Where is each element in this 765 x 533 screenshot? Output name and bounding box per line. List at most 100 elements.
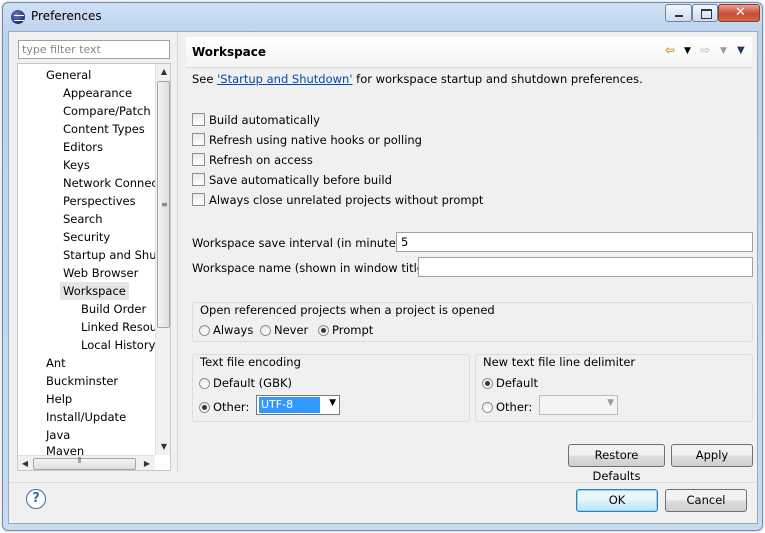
- back-dropdown-icon[interactable]: ▼: [684, 46, 691, 56]
- workspace-name-input[interactable]: [418, 257, 753, 277]
- tree-vertical-scrollbar[interactable]: ▲ ≡ ▼: [155, 64, 170, 455]
- radio-button[interactable]: [199, 402, 210, 413]
- encoding-combo[interactable]: UTF-8 ▼: [256, 395, 340, 415]
- pane-divider[interactable]: [177, 32, 178, 472]
- checkbox-box[interactable]: [192, 113, 205, 126]
- scroll-right-icon[interactable]: ▶: [140, 456, 154, 470]
- grip-icon: ≡: [161, 200, 168, 209]
- tree-item-compare-patch[interactable]: Compare/Patch: [63, 102, 151, 120]
- tree-item-perspectives[interactable]: Perspectives: [63, 192, 136, 210]
- dialog-client: General Appearance Compare/Patch Content…: [8, 31, 758, 524]
- button-bar-separator: [9, 482, 757, 483]
- save-before-build-checkbox[interactable]: Save automatically before build: [192, 172, 392, 188]
- tree-horizontal-scrollbar[interactable]: ◀ ⦀ ▶: [18, 455, 155, 470]
- checkbox-label: Refresh using native hooks or polling: [209, 133, 422, 147]
- startup-note: See 'Startup and Shutdown' for workspace…: [192, 72, 643, 86]
- filter-input[interactable]: [18, 40, 170, 59]
- scroll-down-icon[interactable]: ▼: [156, 439, 170, 455]
- encoding-value: UTF-8: [259, 397, 320, 413]
- open-never-radio[interactable]: Never: [260, 322, 308, 338]
- chevron-down-icon: ▼: [607, 398, 614, 408]
- checkbox-label: Refresh on access: [209, 153, 313, 167]
- minimize-button[interactable]: [665, 4, 692, 22]
- encoding-other-radio[interactable]: Other:: [199, 399, 249, 415]
- tree-item-local-history[interactable]: Local History: [81, 336, 155, 354]
- tree-item-ant[interactable]: Ant: [46, 354, 66, 372]
- refresh-native-hooks-checkbox[interactable]: Refresh using native hooks or polling: [192, 132, 422, 148]
- radio-button[interactable]: [199, 325, 210, 336]
- tree-item-general[interactable]: General: [46, 66, 91, 84]
- title-bar: Preferences ✕: [3, 3, 762, 31]
- cancel-button[interactable]: Cancel: [665, 489, 747, 512]
- build-automatically-checkbox[interactable]: Build automatically: [192, 112, 320, 128]
- encoding-default-radio[interactable]: Default (GBK): [199, 375, 292, 391]
- open-prompt-radio[interactable]: Prompt: [318, 322, 373, 338]
- forward-arrow-icon[interactable]: ⇨: [700, 43, 710, 57]
- radio-button[interactable]: [199, 378, 210, 389]
- tree-item-buckminster[interactable]: Buckminster: [46, 372, 118, 390]
- tree-item-content-types[interactable]: Content Types: [63, 120, 145, 138]
- close-unrelated-projects-checkbox[interactable]: Always close unrelated projects without …: [192, 192, 483, 208]
- tree-item-editors[interactable]: Editors: [63, 138, 103, 156]
- see-prefix: See: [192, 72, 218, 86]
- delimiter-combo[interactable]: ▼: [539, 395, 618, 415]
- tree-item-install-update[interactable]: Install/Update: [46, 408, 126, 426]
- restore-defaults-button[interactable]: Restore Defaults: [568, 444, 665, 483]
- delimiter-default-radio[interactable]: Default: [482, 375, 538, 391]
- page-header: Workspace ⇦ ▼ ⇨ ▼ ▼: [186, 37, 752, 68]
- refresh-on-access-checkbox[interactable]: Refresh on access: [192, 152, 313, 168]
- help-icon[interactable]: ?: [26, 489, 46, 509]
- back-arrow-icon[interactable]: ⇦: [665, 43, 675, 57]
- grip-icon: ⦀: [78, 456, 81, 465]
- radio-button[interactable]: [260, 325, 271, 336]
- preferences-window: Preferences ✕ General Appearance Compare…: [2, 2, 763, 531]
- checkbox-box[interactable]: [192, 193, 205, 206]
- vertical-scroll-thumb[interactable]: ≡: [157, 81, 170, 328]
- checkbox-box[interactable]: [192, 133, 205, 146]
- view-menu-icon[interactable]: ▼: [737, 45, 745, 56]
- maximize-button[interactable]: [692, 4, 718, 22]
- close-icon: ✕: [735, 5, 746, 20]
- tree-item-build-order[interactable]: Build Order: [81, 300, 146, 318]
- checkbox-label: Always close unrelated projects without …: [209, 193, 484, 207]
- tree-item-maven[interactable]: Maven: [46, 444, 84, 455]
- workspace-name-label: Workspace name (shown in window title):: [192, 261, 433, 275]
- delimiter-other-radio[interactable]: Other:: [482, 399, 532, 415]
- tree-item-search[interactable]: Search: [63, 210, 103, 228]
- radio-button[interactable]: [482, 402, 493, 413]
- radio-label: Other:: [496, 400, 533, 414]
- checkbox-box[interactable]: [192, 173, 205, 186]
- scroll-left-icon[interactable]: ◀: [18, 456, 32, 470]
- window-title: Preferences: [31, 9, 102, 23]
- maximize-icon: [701, 9, 712, 19]
- radio-label: Prompt: [332, 323, 374, 337]
- ok-button[interactable]: OK: [576, 489, 658, 512]
- page-title: Workspace: [192, 45, 267, 59]
- chevron-down-icon[interactable]: ▼: [329, 398, 336, 408]
- radio-button[interactable]: [318, 325, 329, 336]
- tree-item-appearance[interactable]: Appearance: [63, 84, 132, 102]
- tree-item-security[interactable]: Security: [63, 228, 110, 246]
- checkbox-box[interactable]: [192, 153, 205, 166]
- horizontal-scroll-thumb[interactable]: ⦀: [33, 456, 136, 470]
- tree-item-keys[interactable]: Keys: [63, 156, 90, 174]
- tree-item-web-browser[interactable]: Web Browser: [63, 264, 138, 282]
- tree-item-help[interactable]: Help: [46, 390, 72, 408]
- save-interval-label: Workspace save interval (in minutes):: [192, 236, 411, 250]
- startup-shutdown-link[interactable]: 'Startup and Shutdown': [217, 72, 352, 86]
- radio-button[interactable]: [482, 378, 493, 389]
- close-button[interactable]: ✕: [718, 4, 760, 22]
- forward-dropdown-icon[interactable]: ▼: [720, 46, 727, 56]
- open-always-radio[interactable]: Always: [199, 322, 253, 338]
- apply-button[interactable]: Apply: [671, 444, 753, 467]
- radio-label: Other:: [213, 400, 250, 414]
- scroll-up-icon[interactable]: ▲: [156, 64, 170, 80]
- checkbox-label: Build automatically: [209, 113, 320, 127]
- line-delimiter-title: New text file line delimiter: [483, 355, 636, 369]
- radio-label: Never: [274, 323, 309, 337]
- tree-item-workspace[interactable]: Workspace: [60, 282, 129, 300]
- eclipse-icon: [11, 10, 25, 24]
- tree-item-startup-shutdown[interactable]: Startup and Shutd: [63, 246, 168, 264]
- save-interval-input[interactable]: 5: [396, 232, 753, 252]
- tree-item-java[interactable]: Java: [46, 426, 70, 444]
